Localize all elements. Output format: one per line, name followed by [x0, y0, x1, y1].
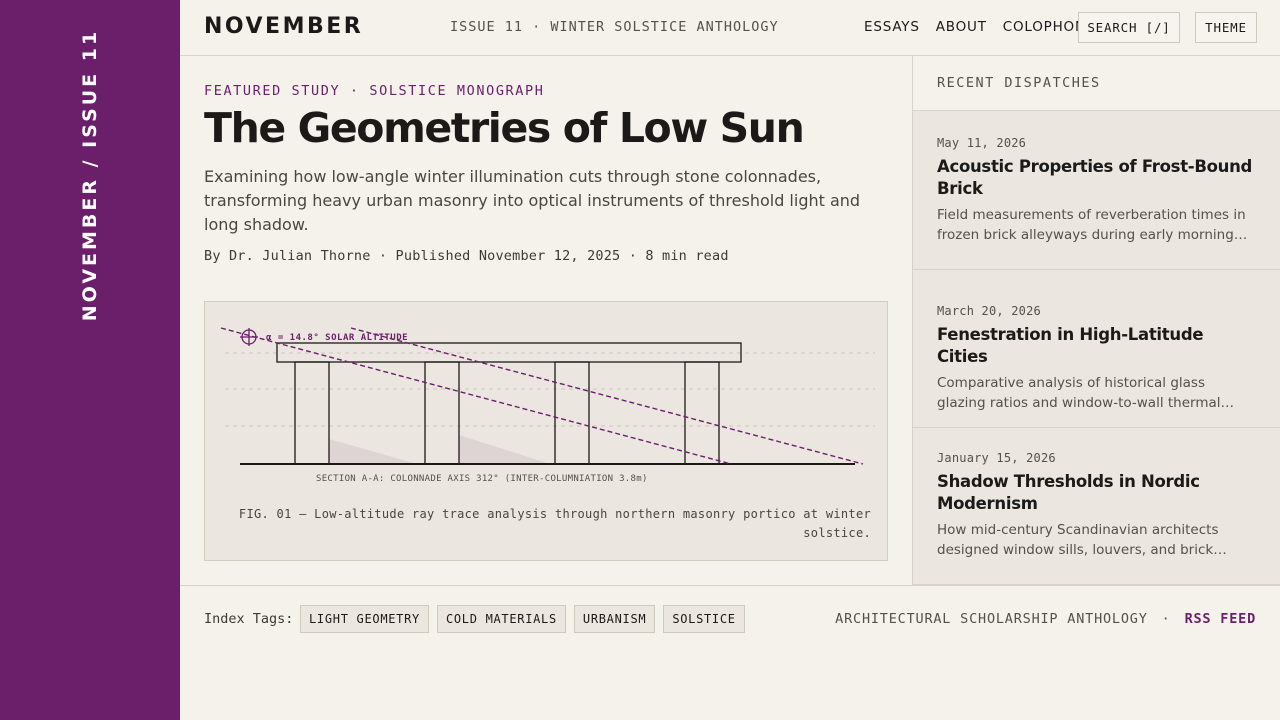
- column: [684, 361, 720, 465]
- tag-solstice[interactable]: SOLSTICE: [663, 605, 745, 633]
- sun-altitude-label: α = 14.8° SOLAR ALTITUDE: [266, 333, 408, 343]
- recent-dispatches: RECENT DISPATCHES May 11, 2026 Acoustic …: [912, 56, 1280, 585]
- anthology-label: ARCHITECTURAL SCHOLARSHIP ANTHOLOGY: [835, 611, 1148, 627]
- dispatch-card[interactable]: May 11, 2026 Acoustic Properties of Fros…: [913, 111, 1280, 270]
- tag-urbanism[interactable]: URBANISM: [573, 605, 656, 633]
- dispatch-date: May 11, 2026: [937, 136, 1027, 150]
- shadow-wedge: [459, 435, 550, 464]
- tag-list: LIGHT GEOMETRY COLD MATERIALS URBANISM S…: [300, 605, 745, 633]
- section-label: SECTION A-A: COLONNADE AXIS 312° (INTER-…: [316, 474, 648, 484]
- dispatch-title[interactable]: Acoustic Properties of Frost-Bound Brick: [937, 156, 1257, 200]
- site-footer: Index Tags: LIGHT GEOMETRY COLD MATERIAL…: [180, 585, 1280, 720]
- column: [424, 361, 460, 465]
- band-label: NOVEMBER / ISSUE 11: [79, 28, 101, 322]
- nav-colophon[interactable]: COLOPHON: [1003, 19, 1086, 35]
- nav-essays[interactable]: ESSAYS: [864, 19, 920, 35]
- dispatch-date: January 15, 2026: [937, 451, 1056, 465]
- dispatch-date: March 20, 2026: [937, 304, 1041, 318]
- tags-label: Index Tags:: [204, 611, 294, 627]
- sun-ray: [350, 327, 864, 465]
- issue-label: ISSUE 11 · WINTER SOLSTICE ANTHOLOGY: [450, 19, 779, 35]
- article-dek: Examining how low-angle winter illuminat…: [204, 167, 861, 234]
- sun-icon: [240, 328, 258, 346]
- dispatch-desc: Comparative analysis of historical glass…: [937, 375, 1221, 411]
- brand-logo[interactable]: NOVEMBER: [204, 14, 363, 39]
- dispatch-card[interactable]: January 15, 2026 Shadow Thresholds in No…: [913, 428, 1280, 585]
- dispatch-card[interactable]: March 20, 2026 Fenestration in High-Lati…: [913, 270, 1280, 428]
- tag-cold-materials[interactable]: COLD MATERIALS: [436, 605, 566, 633]
- nav-about[interactable]: ABOUT: [936, 19, 987, 35]
- dispatch-desc: Field measurements of reverberation time…: [937, 207, 1246, 243]
- figure-caption: FIG. 01 — Low-altitude ray trace analysi…: [238, 507, 871, 540]
- column: [554, 361, 590, 465]
- search-button[interactable]: SEARCH [/]: [1078, 12, 1180, 43]
- shadow-wedge: [329, 439, 417, 464]
- theme-button[interactable]: THEME: [1195, 12, 1257, 43]
- article-kicker: FEATURED STUDY · SOLSTICE MONOGRAPH: [204, 83, 545, 99]
- column: [294, 361, 330, 465]
- sidebar-heading: RECENT DISPATCHES: [913, 56, 1280, 111]
- figure-panel: α = 14.8° SOLAR ALTITUDE SECTION A-A: CO…: [204, 301, 888, 561]
- article-title: The Geometries of Low Sun: [204, 104, 805, 152]
- site-header: NOVEMBER ISSUE 11 · WINTER SOLSTICE ANTH…: [180, 0, 1280, 56]
- tag-light-geometry[interactable]: LIGHT GEOMETRY: [300, 605, 429, 633]
- dispatch-desc: How mid-century Scandinavian architects …: [937, 522, 1219, 558]
- article-byline: By Dr. Julian Thorne · Published Novembe…: [204, 248, 729, 264]
- side-band: NOVEMBER / ISSUE 11: [0, 0, 180, 720]
- footer-separator: ·: [1161, 611, 1171, 627]
- main-nav: ESSAYS ABOUT COLOPHON: [864, 19, 1086, 35]
- footer-links: ARCHITECTURAL SCHOLARSHIP ANTHOLOGY · RS…: [835, 611, 1256, 627]
- dispatch-title[interactable]: Fenestration in High-Latitude Cities: [937, 324, 1257, 368]
- dispatch-title[interactable]: Shadow Thresholds in Nordic Modernism: [937, 471, 1257, 515]
- rss-feed-link[interactable]: RSS FEED: [1185, 611, 1256, 627]
